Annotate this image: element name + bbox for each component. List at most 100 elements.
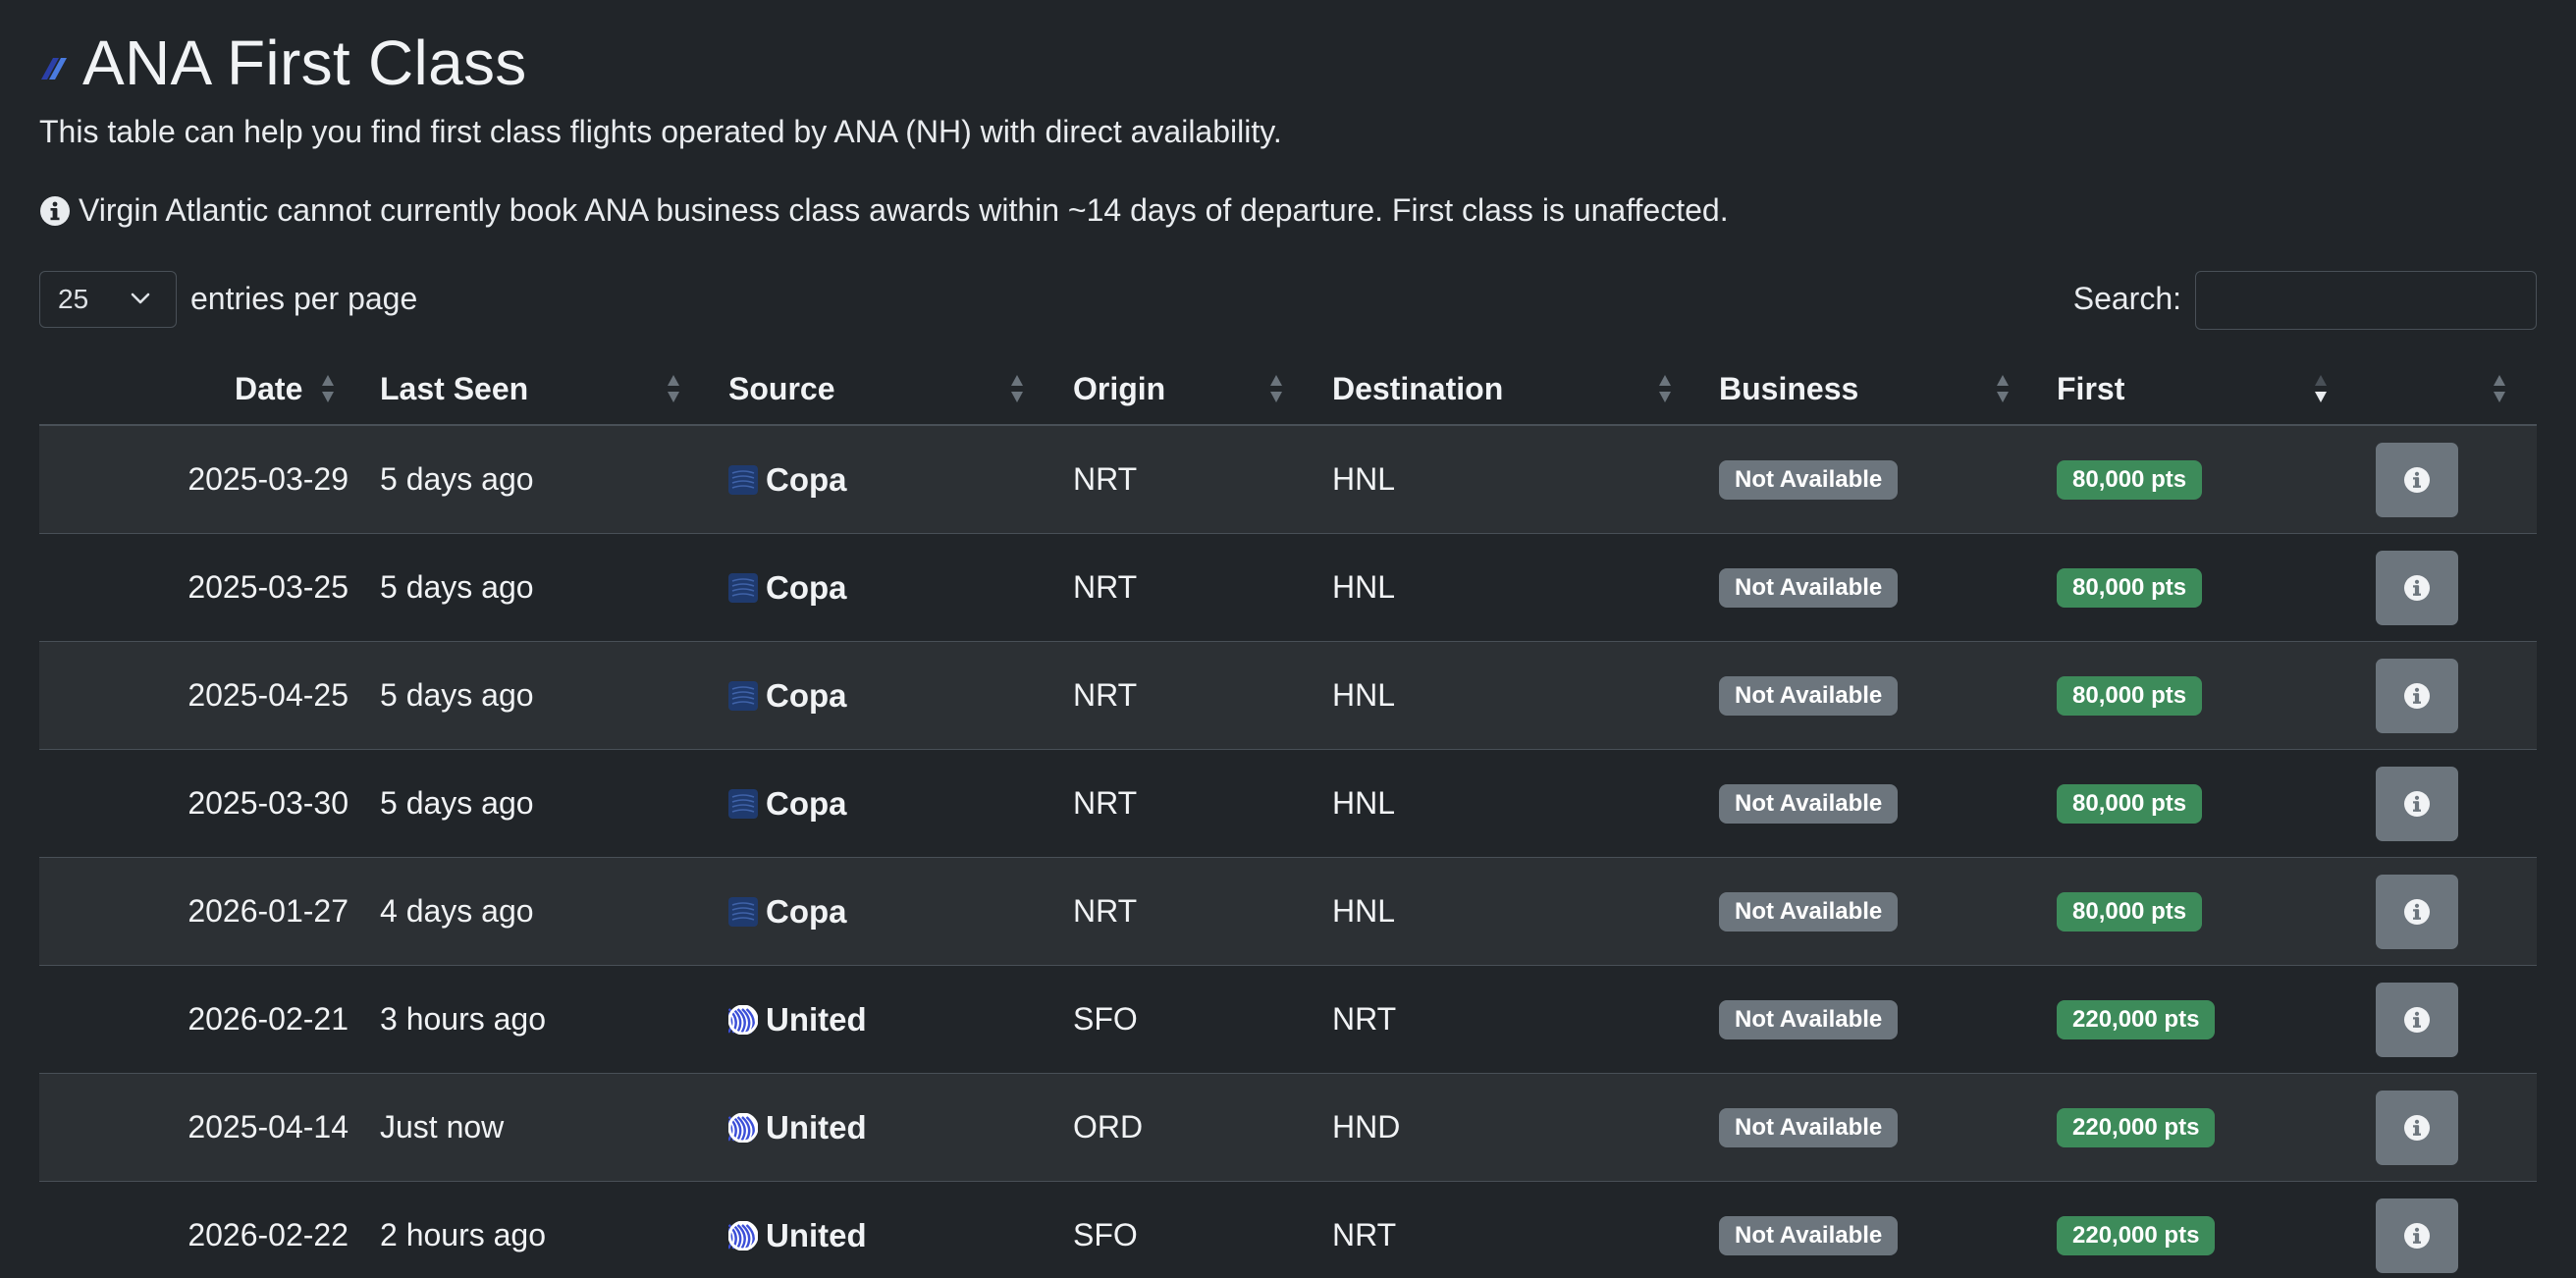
- table-body: 2025-03-29 5 days ago Copa NRT HNL Not A…: [39, 426, 2537, 1278]
- cell-first: 80,000 pts: [2057, 534, 2203, 641]
- header-first[interactable]: First: [2057, 353, 2124, 424]
- info-icon: [2404, 466, 2430, 493]
- sort-icon: [1997, 375, 2009, 402]
- header-source[interactable]: Source: [728, 353, 834, 424]
- header-actions[interactable]: [2395, 353, 2494, 424]
- info-button[interactable]: [2376, 1090, 2458, 1165]
- notice: Virgin Atlantic cannot currently book AN…: [39, 192, 1729, 229]
- cell-date: 2025-04-25: [188, 677, 349, 713]
- cell-destination: HNL: [1332, 569, 1396, 605]
- first-points-badge: 80,000 pts: [2057, 567, 2203, 608]
- cell-business: Not Available: [1719, 1182, 1899, 1278]
- header-destination[interactable]: Destination: [1332, 353, 1503, 424]
- info-button[interactable]: [2376, 874, 2458, 949]
- search-label: Search:: [2072, 281, 2181, 316]
- page-length-select[interactable]: 25: [39, 271, 177, 328]
- cell-business: Not Available: [1719, 966, 1899, 1073]
- table-row: 2025-03-25 5 days ago Copa NRT HNL Not A…: [39, 534, 2537, 642]
- search-input[interactable]: [2195, 271, 2537, 330]
- cell-first: 80,000 pts: [2057, 426, 2203, 533]
- cell-actions: [2376, 1074, 2458, 1181]
- cell-actions: [2376, 642, 2458, 749]
- header-last-seen[interactable]: Last Seen: [380, 353, 528, 424]
- business-badge: Not Available: [1719, 999, 1899, 1039]
- business-badge: Not Available: [1719, 459, 1899, 500]
- copa-icon: [728, 572, 758, 603]
- header-business[interactable]: Business: [1719, 353, 1858, 424]
- cell-source: United: [728, 1074, 867, 1181]
- cell-destination: HNL: [1332, 461, 1396, 497]
- page-title: ANA First Class: [82, 27, 527, 98]
- sort-icon: [1659, 375, 1671, 402]
- cell-first: 80,000 pts: [2057, 858, 2203, 965]
- source-name: Copa: [766, 460, 847, 498]
- cell-destination: HND: [1332, 1109, 1401, 1145]
- source-name: United: [766, 1108, 867, 1145]
- cell-last-seen: Just now: [380, 1109, 505, 1145]
- cell-first: 220,000 pts: [2057, 1074, 2216, 1181]
- cell-destination: HNL: [1332, 785, 1396, 821]
- source-name: United: [766, 1000, 867, 1038]
- cell-business: Not Available: [1719, 426, 1899, 533]
- first-points-badge: 220,000 pts: [2057, 1215, 2216, 1255]
- table-row: 2025-04-14 Just now United ORD HND Not A…: [39, 1074, 2537, 1182]
- cell-origin: NRT: [1073, 569, 1138, 605]
- first-points-badge: 220,000 pts: [2057, 1107, 2216, 1147]
- cell-date: 2026-01-27: [188, 893, 349, 929]
- notice-text: Virgin Atlantic cannot currently book AN…: [79, 192, 1729, 228]
- cell-actions: [2376, 426, 2458, 533]
- cell-origin: SFO: [1073, 1001, 1138, 1037]
- info-button[interactable]: [2376, 766, 2458, 841]
- first-points-badge: 80,000 pts: [2057, 891, 2203, 932]
- ana-logo-icon: [41, 58, 67, 80]
- info-icon: [2404, 1222, 2430, 1249]
- business-badge: Not Available: [1719, 675, 1899, 716]
- info-button[interactable]: [2376, 982, 2458, 1057]
- flights-table: Date Last Seen Source Origin Destination…: [39, 353, 2537, 1278]
- cell-business: Not Available: [1719, 534, 1899, 641]
- first-points-badge: 80,000 pts: [2057, 675, 2203, 716]
- cell-source: United: [728, 966, 867, 1073]
- info-button[interactable]: [2376, 1198, 2458, 1273]
- cell-source: Copa: [728, 534, 847, 641]
- cell-last-seen: 5 days ago: [380, 785, 534, 821]
- table-row: 2025-04-25 5 days ago Copa NRT HNL Not A…: [39, 642, 2537, 750]
- business-badge: Not Available: [1719, 1107, 1899, 1147]
- cell-destination: NRT: [1332, 1001, 1397, 1037]
- header-origin[interactable]: Origin: [1073, 353, 1165, 424]
- header-date[interactable]: Date: [235, 353, 302, 424]
- cell-last-seen: 4 days ago: [380, 893, 534, 929]
- sort-desc-icon: [2315, 375, 2327, 402]
- first-points-badge: 220,000 pts: [2057, 999, 2216, 1039]
- united-globe-icon: [728, 1004, 758, 1035]
- source-name: Copa: [766, 568, 847, 606]
- cell-date: 2025-03-30: [188, 785, 349, 821]
- info-icon: [2404, 1114, 2430, 1141]
- cell-last-seen: 5 days ago: [380, 677, 534, 713]
- cell-source: Copa: [728, 426, 847, 533]
- sort-icon: [322, 375, 334, 402]
- copa-icon: [728, 464, 758, 495]
- first-points-badge: 80,000 pts: [2057, 459, 2203, 500]
- cell-date: 2025-03-25: [188, 569, 349, 605]
- table-row: 2026-02-22 2 hours ago United SFO NRT No…: [39, 1182, 2537, 1278]
- first-points-badge: 80,000 pts: [2057, 783, 2203, 824]
- table-row: 2026-02-21 3 hours ago United SFO NRT No…: [39, 966, 2537, 1074]
- source-name: Copa: [766, 676, 847, 714]
- info-button[interactable]: [2376, 658, 2458, 733]
- info-button[interactable]: [2376, 442, 2458, 517]
- source-name: United: [766, 1216, 867, 1253]
- table-row: 2026-01-27 4 days ago Copa NRT HNL Not A…: [39, 858, 2537, 966]
- source-name: Copa: [766, 892, 847, 930]
- page: ANA First Class This table can help you …: [0, 0, 2576, 1278]
- page-length-label: entries per page: [190, 281, 418, 316]
- cell-first: 80,000 pts: [2057, 750, 2203, 857]
- info-button[interactable]: [2376, 550, 2458, 625]
- business-badge: Not Available: [1719, 783, 1899, 824]
- sort-icon: [1011, 375, 1023, 402]
- cell-last-seen: 3 hours ago: [380, 1001, 547, 1037]
- cell-business: Not Available: [1719, 858, 1899, 965]
- table-row: 2025-03-30 5 days ago Copa NRT HNL Not A…: [39, 750, 2537, 858]
- cell-last-seen: 2 hours ago: [380, 1217, 547, 1252]
- info-icon: [2404, 1006, 2430, 1033]
